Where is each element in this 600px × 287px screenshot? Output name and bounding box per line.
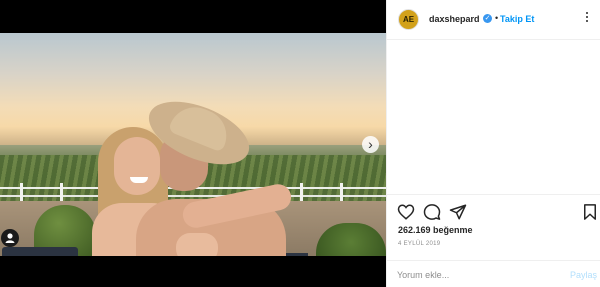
verified-badge-icon: ✓: [483, 14, 492, 23]
more-options-icon[interactable]: [581, 10, 593, 26]
post-photo[interactable]: [0, 33, 386, 256]
fence-post: [60, 183, 63, 201]
bookmark-icon[interactable]: [581, 203, 599, 221]
user-tag-icon[interactable]: [1, 229, 19, 247]
follow-button[interactable]: Takip Et: [500, 14, 534, 24]
separator-dot: •: [495, 13, 499, 23]
share-icon[interactable]: [449, 203, 467, 221]
media-column: ›: [0, 0, 386, 287]
comments-area: [387, 40, 600, 193]
fence-post: [20, 183, 23, 201]
likes-count[interactable]: 262.169 beğenme: [398, 225, 473, 235]
post-comment-button[interactable]: Paylaş: [570, 270, 597, 280]
post-date[interactable]: 4 EYLÜL 2019: [398, 241, 440, 247]
photo-chair: [2, 247, 78, 256]
photo-woman-face: [114, 137, 160, 195]
photo-hand: [176, 233, 218, 256]
add-comment-bar: Paylaş: [387, 260, 600, 287]
comment-input[interactable]: [397, 267, 557, 282]
fence-post: [300, 183, 303, 201]
post-side-panel: AE daxshepard ✓ • Takip Et 262.169 beğen…: [386, 0, 600, 287]
heart-icon[interactable]: [397, 203, 415, 221]
avatar[interactable]: AE: [398, 9, 419, 30]
comment-icon[interactable]: [423, 203, 441, 221]
fence-post: [340, 183, 343, 201]
post-actions: 262.169 beğenme 4 EYLÜL 2019: [387, 194, 600, 260]
username-link[interactable]: daxshepard: [429, 14, 480, 24]
instagram-post-modal: › AE daxshepard ✓ • Takip Et 262.169 beğ…: [0, 0, 600, 287]
next-arrow-icon[interactable]: ›: [362, 136, 379, 153]
post-header: AE daxshepard ✓ • Takip Et: [387, 0, 600, 40]
